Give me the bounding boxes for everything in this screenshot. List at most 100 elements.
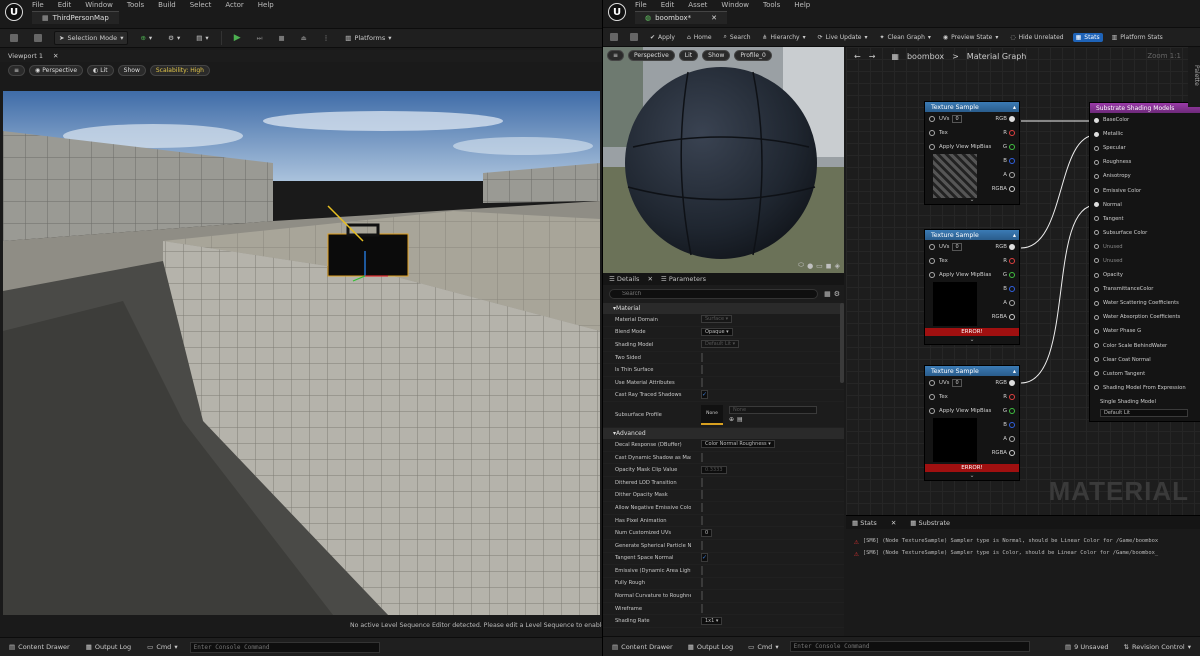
input-pin-icon[interactable]	[929, 244, 935, 250]
level-tab[interactable]: ▦ ThirdPersonMap	[32, 10, 119, 24]
unreal-logo-icon[interactable]: U	[608, 3, 626, 21]
generate-spherical-particle-normals-checkbox[interactable]	[701, 540, 703, 550]
substrate-input-pin-icon[interactable]	[1094, 244, 1099, 250]
output-pin[interactable]: B	[1003, 158, 1015, 164]
normal-curvature-to-roughness-checkbox[interactable]	[701, 591, 703, 601]
input-pin-icon[interactable]	[929, 258, 935, 264]
plane-icon[interactable]: ▭	[816, 262, 823, 270]
single-shading-model-combo[interactable]: Default Lit	[1100, 408, 1188, 417]
play-options-button[interactable]: ⋮	[319, 32, 334, 44]
browse-button[interactable]	[627, 32, 641, 42]
clean-graph-button[interactable]: ✦ Clean Graph ▾	[877, 33, 934, 42]
substrate-input-pin-icon[interactable]	[1094, 145, 1099, 151]
search-button[interactable]: ⌕ Search	[721, 32, 754, 42]
output-pin-icon[interactable]	[1009, 436, 1015, 442]
output-pin[interactable]: R	[1003, 130, 1015, 136]
selection-mode-dropdown[interactable]: ➤ Selection Mode ▾	[54, 31, 129, 45]
input-pin-icon[interactable]	[929, 380, 935, 386]
stats-button[interactable]: ▦ Stats	[1072, 32, 1103, 42]
viewport-menu-button[interactable]: ≡	[8, 65, 26, 76]
home-button[interactable]: ⌂ Home	[684, 33, 715, 42]
decal-response-dbuffer-combo[interactable]: Color Normal Roughness ▾	[701, 440, 775, 449]
settings-gear-icon[interactable]: ⚙	[834, 290, 840, 298]
collapse-icon[interactable]: ▴	[1013, 368, 1016, 375]
output-log-button[interactable]: ▦ Output Log	[684, 641, 737, 653]
output-log-button[interactable]: ▦ Output Log	[82, 641, 135, 653]
collapse-icon[interactable]: ▴	[1013, 232, 1016, 239]
input-pin-icon[interactable]	[929, 116, 935, 122]
console-input[interactable]	[789, 641, 1030, 652]
cmd-button[interactable]: ▭ Cmd ▾	[744, 641, 782, 653]
output-pin-icon[interactable]	[1009, 144, 1015, 150]
opacity-mask-clip-value-number[interactable]: 0.3333	[701, 465, 727, 474]
cylinder-icon[interactable]: ⬭	[798, 261, 804, 270]
save-button[interactable]	[6, 32, 22, 44]
dithered-lod-transition-checkbox[interactable]	[701, 477, 703, 487]
input-pin-icon[interactable]	[929, 130, 935, 136]
output-pin[interactable]: G	[1003, 272, 1015, 278]
show-button[interactable]: Show	[117, 65, 146, 76]
cmd-button[interactable]: ▭ Cmd ▾	[143, 641, 181, 653]
menu-item-select[interactable]: Select	[190, 1, 212, 9]
content-drawer-button[interactable]: ▤ Content Drawer	[608, 641, 677, 653]
output-pin[interactable]: A	[1003, 172, 1015, 178]
input-pin-icon[interactable]	[929, 144, 935, 150]
preview-perspective-button[interactable]: Perspective	[628, 50, 675, 61]
input-pin-icon[interactable]	[929, 394, 935, 400]
stop-button[interactable]: ■	[274, 32, 288, 44]
material-tab[interactable]: ◍ boombox* ✕	[635, 10, 727, 24]
substrate-input-pin-icon[interactable]	[1094, 385, 1099, 391]
content-button[interactable]	[30, 32, 46, 44]
tab-details[interactable]: ☰ Details	[609, 275, 639, 283]
output-pin[interactable]: A	[1003, 300, 1015, 306]
output-pin[interactable]: B	[1003, 286, 1015, 292]
is-thin-surface-checkbox[interactable]	[701, 365, 703, 375]
substrate-input-pin-icon[interactable]	[1094, 357, 1099, 363]
preview-state-button[interactable]: ◉ Preview State ▾	[940, 33, 1001, 42]
close-icon[interactable]: ✕	[711, 14, 717, 22]
unsaved-button[interactable]: ▤ 9 Unsaved	[1061, 641, 1113, 653]
uv-index-box[interactable]: 0	[952, 379, 962, 387]
preview-show-button[interactable]: Show	[702, 50, 731, 61]
add-actor-button[interactable]: ⊕ ▾	[136, 32, 156, 44]
output-pin-icon[interactable]	[1009, 272, 1015, 278]
preview-profile-button[interactable]: Profile_0	[734, 50, 772, 61]
output-pin[interactable]: RGB	[995, 244, 1015, 250]
material-domain-combo[interactable]: Surface ▾	[701, 315, 733, 324]
section-material[interactable]: ▾ Material	[603, 303, 844, 314]
section-advanced[interactable]: ▾ Advanced	[603, 428, 844, 440]
play-button[interactable]: ▶	[230, 31, 245, 45]
hierarchy-button[interactable]: ⋔ Hierarchy ▾	[760, 33, 809, 42]
close-icon[interactable]: ✕	[891, 519, 896, 527]
substrate-input-pin-icon[interactable]	[1094, 343, 1099, 349]
platforms-dropdown[interactable]: ▥ Platforms ▾	[341, 32, 395, 44]
material-preview-viewport[interactable]: ≡ Perspective Lit Show Profile_0 ⬭ ● ▭ ◼ ◈	[603, 47, 844, 273]
wireframe-checkbox[interactable]	[701, 603, 703, 613]
texture-sample-node[interactable]: Texture Sample ▴ UVs 0 RGB Tex R Apply View Mip…	[924, 229, 1020, 345]
close-icon[interactable]: ✕	[647, 275, 652, 283]
platform-stats-button[interactable]: ▥ Platform Stats	[1109, 33, 1166, 42]
blueprint-button[interactable]: ⚙ ▾	[164, 32, 184, 44]
collapse-icon[interactable]: ▴	[1013, 104, 1016, 111]
substrate-input-pin-icon[interactable]	[1094, 188, 1099, 194]
input-pin-icon[interactable]	[929, 272, 935, 278]
preview-lit-button[interactable]: Lit	[678, 50, 699, 61]
emissive-dynamic-area-light-checkbox[interactable]	[701, 565, 703, 575]
cast-ray-traced-shadows-checkbox[interactable]: ✓	[701, 390, 709, 400]
allow-negative-emissive-color-checkbox[interactable]	[701, 502, 703, 512]
texture-sample-node[interactable]: Texture Sample ▴ UVs 0 RGB Tex R Apply View Mip…	[924, 365, 1020, 481]
substrate-input-pin-icon[interactable]	[1094, 131, 1099, 137]
output-pin-icon[interactable]	[1009, 186, 1015, 192]
output-pin[interactable]: RGBA	[992, 186, 1015, 192]
live-update-button[interactable]: ⟳ Live Update ▾	[815, 33, 871, 42]
browse-folder-icon[interactable]: ▤	[737, 416, 743, 423]
output-pin-icon[interactable]	[1009, 408, 1015, 414]
output-pin-icon[interactable]	[1009, 172, 1015, 178]
menu-item-help[interactable]: Help	[258, 1, 274, 9]
console-input[interactable]	[189, 641, 380, 653]
shading-rate-combo[interactable]: 1x1 ▾	[701, 616, 723, 625]
sphere-icon[interactable]: ●	[807, 262, 813, 270]
output-pin-icon[interactable]	[1009, 300, 1015, 306]
substrate-node[interactable]: Substrate Shading Models BaseColor Metall…	[1089, 102, 1200, 422]
output-pin[interactable]: RGBA	[992, 450, 1015, 456]
